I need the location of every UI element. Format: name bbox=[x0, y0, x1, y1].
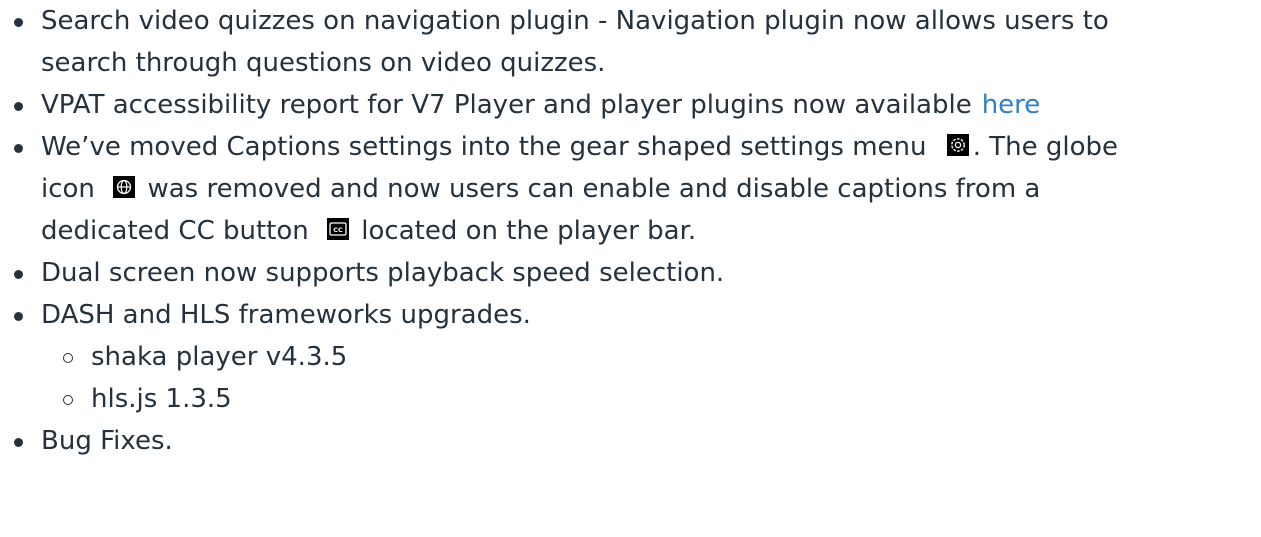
captions-text-3: icon bbox=[41, 174, 95, 204]
svg-text:CC: CC bbox=[333, 226, 343, 234]
sub-list-item-hlsjs: hls.js 1.3.5 bbox=[0, 378, 1261, 420]
closed-captions-icon: CC bbox=[327, 218, 350, 240]
list-item-video-quiz-search: Search video quizzes on navigation plugi… bbox=[0, 0, 1261, 84]
captions-text-1: We’ve moved Captions settings into the g… bbox=[41, 132, 927, 162]
sub-list-item-text: hls.js 1.3.5 bbox=[91, 384, 232, 414]
list-item-captions-settings: We’ve moved Captions settings into the g… bbox=[0, 126, 1261, 252]
sub-list-item-shaka: shaka player v4.3.5 bbox=[0, 336, 1261, 378]
captions-line-2: icon was removed and now users can enabl… bbox=[41, 168, 1261, 210]
list-item-text: Bug Fixes. bbox=[41, 426, 173, 456]
globe-icon bbox=[113, 176, 136, 198]
list-item-text: DASH and HLS frameworks upgrades. bbox=[41, 300, 531, 330]
captions-text-6: located on the player bar. bbox=[361, 216, 697, 246]
release-notes-list: Search video quizzes on navigation plugi… bbox=[0, 0, 1261, 462]
vpat-report-link[interactable]: here bbox=[982, 90, 1041, 120]
list-item-text: Search video quizzes on navigation plugi… bbox=[41, 6, 1109, 36]
list-item-text: VPAT accessibility report for V7 Player … bbox=[41, 90, 972, 120]
captions-line-3: dedicated CC button CC located on the pl… bbox=[41, 210, 1261, 252]
captions-line-1: We’ve moved Captions settings into the g… bbox=[41, 126, 1261, 168]
captions-text-2: . The globe bbox=[972, 132, 1119, 162]
list-item-framework-upgrades: DASH and HLS frameworks upgrades. bbox=[0, 294, 1261, 336]
list-item-text-continued: search through questions on video quizze… bbox=[41, 48, 606, 78]
list-item-dual-screen: Dual screen now supports playback speed … bbox=[0, 252, 1261, 294]
gear-icon bbox=[946, 134, 969, 156]
list-item-bug-fixes: Bug Fixes. bbox=[0, 420, 1261, 462]
captions-text-5: dedicated CC button bbox=[41, 216, 309, 246]
list-item-vpat-report: VPAT accessibility report for V7 Player … bbox=[0, 84, 1261, 126]
sub-list-item-text: shaka player v4.3.5 bbox=[91, 342, 348, 372]
list-item-text: Dual screen now supports playback speed … bbox=[41, 258, 725, 288]
captions-text-4: was removed and now users can enable and… bbox=[147, 174, 1041, 204]
